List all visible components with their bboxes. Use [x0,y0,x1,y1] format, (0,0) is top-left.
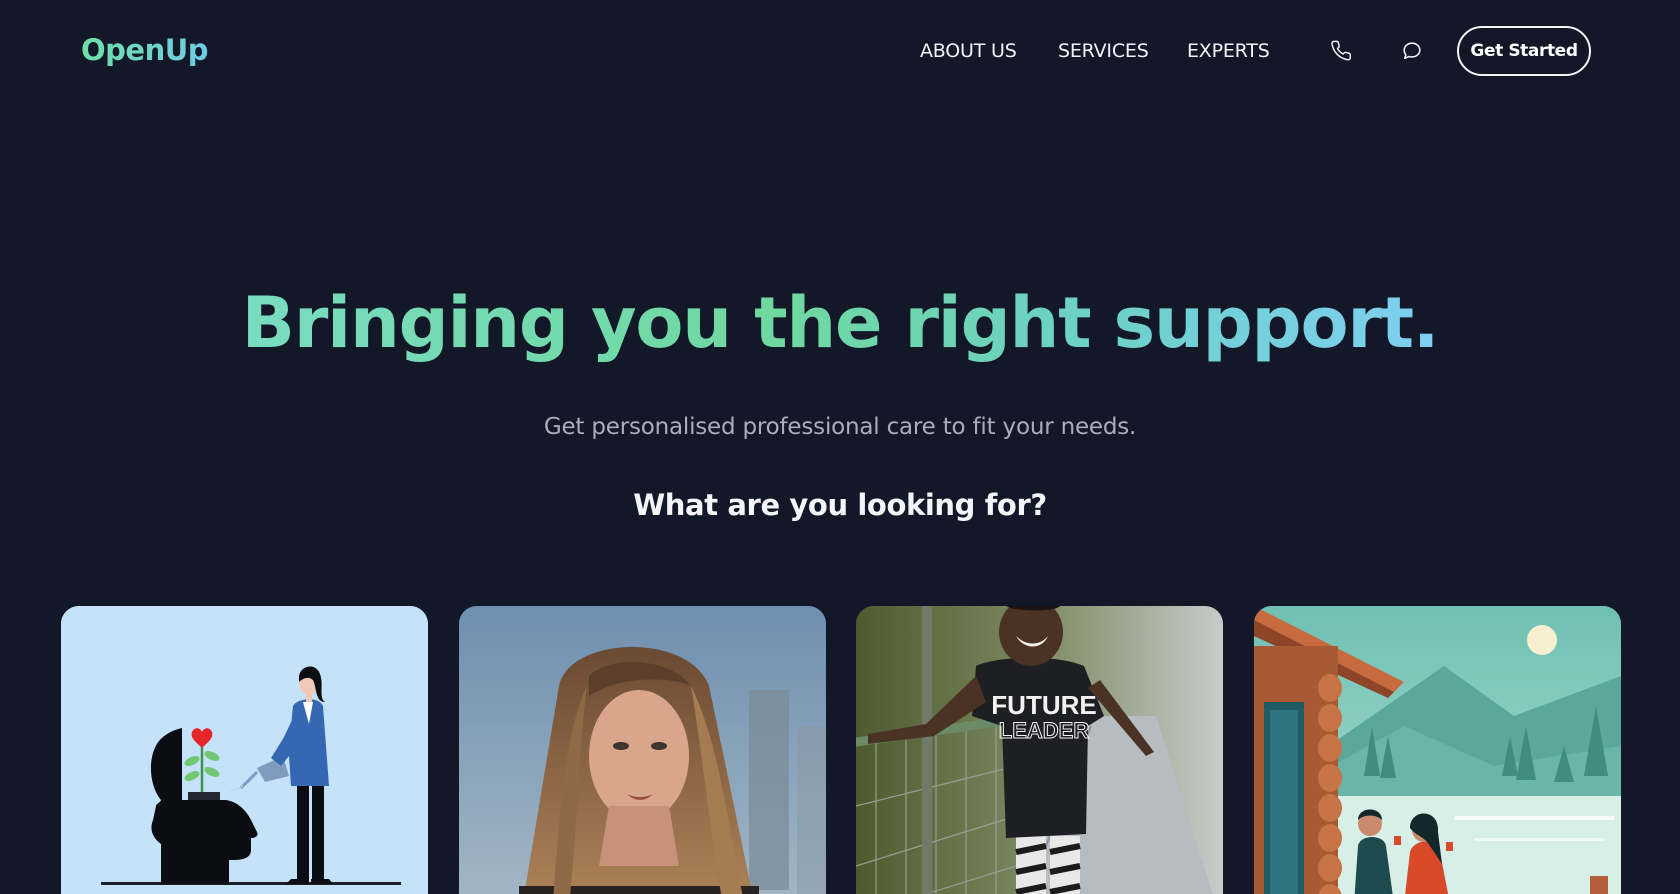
shirt-text-line-1: FUTURE [991,690,1096,720]
service-card-children[interactable]: FUTURE LEADER [856,606,1223,894]
card-photo-child: FUTURE LEADER [856,606,1223,894]
chat-button[interactable] [1397,36,1427,66]
nav-link-about-us[interactable]: ABOUT US [920,40,1017,62]
nav-link-services[interactable]: SERVICES [1058,40,1149,62]
get-started-button[interactable]: Get Started [1457,26,1591,76]
top-navigation: OpenUp ABOUT US SERVICES EXPERTS Get Sta… [0,0,1680,104]
card-illustration-growth [61,606,428,894]
shirt-text-line-2: LEADER [999,718,1090,743]
phone-icon [1331,40,1351,61]
chat-icon [1403,42,1421,60]
phone-button[interactable] [1327,36,1357,66]
section-question: What are you looking for? [633,488,1047,522]
hero-subtitle: Get personalised professional care to fi… [543,414,1137,440]
card-illustration-couple [1254,606,1621,894]
card-photo-woman [459,606,826,894]
brand-logo[interactable]: OpenUp [81,33,209,67]
service-card-mental-growth[interactable] [61,606,428,894]
hero-title: Bringing you the right support. [0,278,1680,368]
hero-title-text: Bringing you the right support. [241,282,1440,364]
service-card-couples[interactable] [1254,606,1621,894]
nav-link-experts[interactable]: EXPERTS [1187,40,1270,62]
service-card-individual[interactable] [459,606,826,894]
